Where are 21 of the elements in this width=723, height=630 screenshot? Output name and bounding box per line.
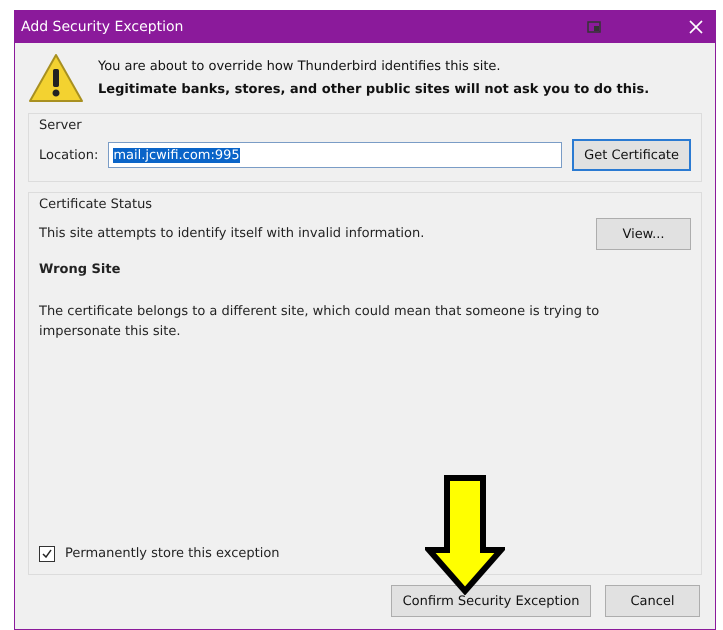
permanent-checkbox[interactable] (39, 546, 55, 562)
close-icon[interactable] (689, 20, 703, 34)
warning-icon (28, 53, 84, 103)
location-label: Location: (39, 148, 98, 162)
status-summary: This site attempts to identify itself with invalid information. (39, 225, 426, 243)
confirm-button[interactable]: Confirm Security Exception (391, 585, 591, 617)
problem-text: The certificate belongs to a different site, which could mean that someone is trying to impersonate this site. (39, 303, 600, 341)
group-legend: Certificate Status (39, 197, 691, 212)
location-field[interactable]: mail.jcwifi.com:995 (108, 142, 562, 168)
window-title: Add Security Exception (21, 19, 184, 35)
view-button[interactable]: View... (596, 218, 691, 250)
problem-title: Wrong Site (39, 261, 122, 279)
warning-text: Legitimate banks, stores, and other public sites will not ask you to do this. (98, 82, 650, 97)
down-arrow-icon (425, 475, 505, 595)
check-icon (41, 548, 53, 560)
get-certificate-button[interactable]: Get Certificate (572, 139, 691, 171)
permanent-label: Permanently store this exception (65, 545, 280, 563)
location-value: mail.jcwifi.com:995 (113, 148, 240, 162)
group-legend: Server (39, 118, 691, 133)
cancel-button[interactable]: Cancel (605, 585, 700, 617)
intro-text: You are about to override how Thunderbird identifies this site. (98, 59, 502, 74)
